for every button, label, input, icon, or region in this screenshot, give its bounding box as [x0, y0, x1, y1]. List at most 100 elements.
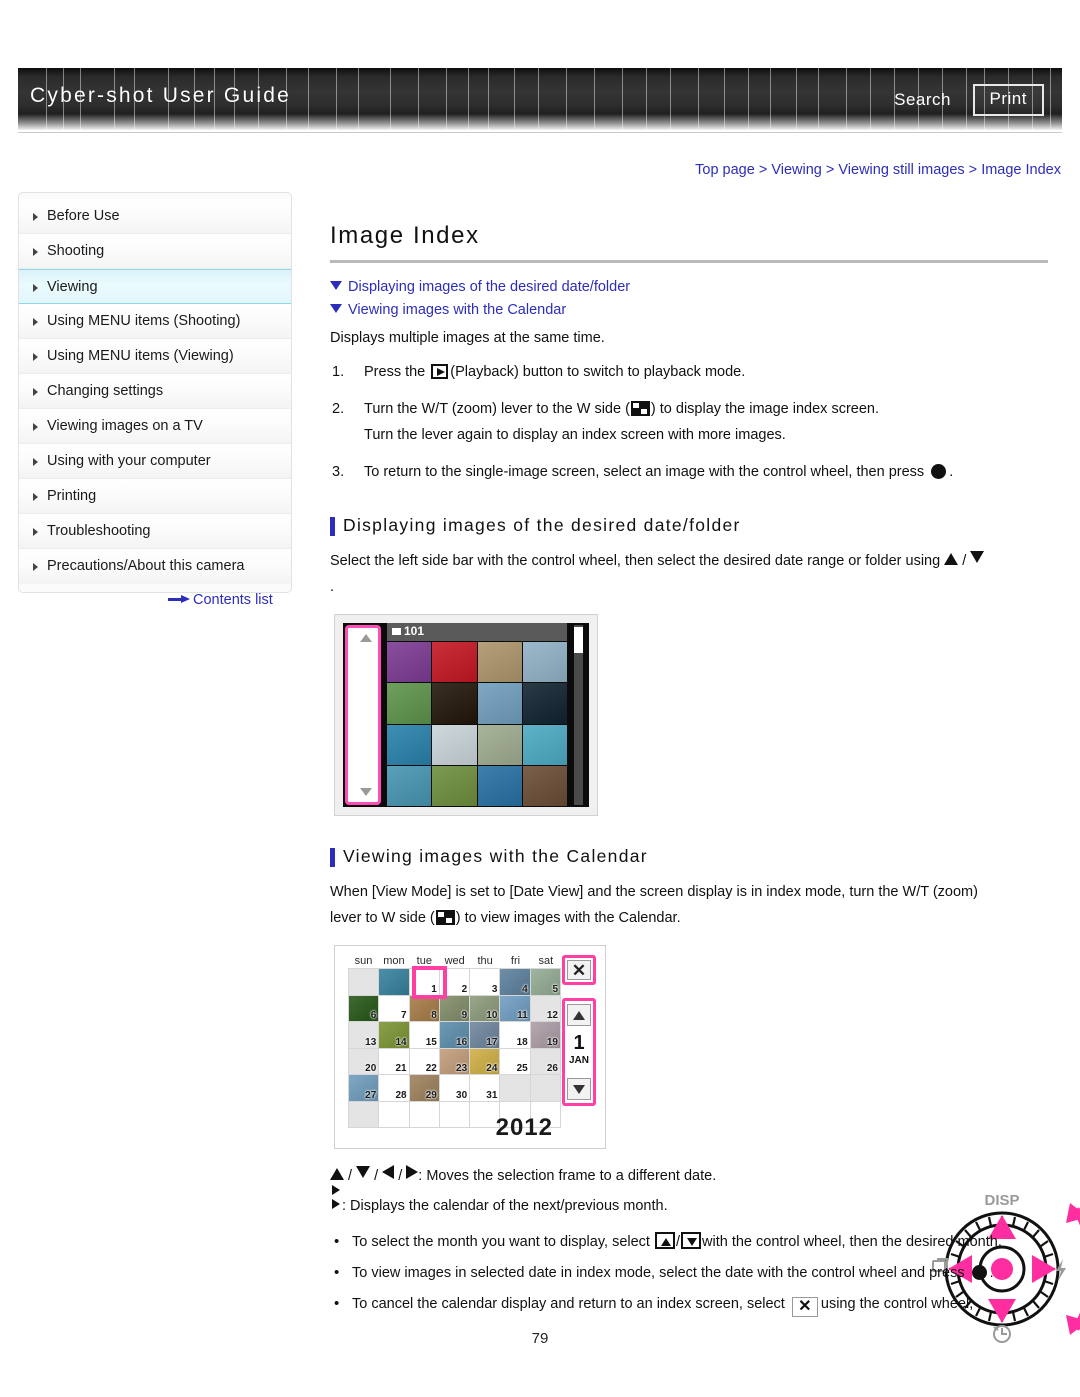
anchor-link-section2[interactable]: Viewing images with the Calendar — [330, 302, 1048, 318]
sidebar-item-troubleshooting[interactable]: Troubleshooting — [19, 514, 291, 549]
calendar-day-number: 21 — [395, 1063, 407, 1074]
header-stripe — [846, 68, 847, 130]
sidebar-item-using-menu-items-viewing[interactable]: Using MENU items (Viewing) — [19, 339, 291, 374]
header-stripe — [488, 68, 489, 130]
sidebar-item-using-menu-items-shooting[interactable]: Using MENU items (Shooting) — [19, 304, 291, 339]
calendar-day-cell[interactable]: 21 — [379, 1048, 410, 1075]
calendar-month-selector-highlight[interactable]: 1 JAN — [562, 998, 596, 1106]
center-button-icon — [971, 1265, 987, 1280]
calendar-day-cell[interactable]: 13 — [349, 1022, 380, 1049]
calendar-day-cell[interactable]: 14 — [379, 1022, 410, 1049]
index-thumbnail — [432, 642, 477, 683]
sidebar-item-using-with-your-computer[interactable]: Using with your computer — [19, 444, 291, 479]
index-icon — [435, 910, 455, 925]
header-stripe — [390, 68, 391, 130]
calendar-day-cell[interactable]: 6 — [349, 995, 380, 1022]
sidebar-item-label: Viewing images on a TV — [47, 418, 203, 434]
sidebar-item-before-use[interactable]: Before Use — [19, 199, 291, 234]
bullet-list: To select the month you want to display,… — [330, 1229, 1048, 1317]
calendar-day-cell[interactable] — [349, 1101, 380, 1128]
calendar-day-cell[interactable]: 26 — [530, 1048, 561, 1075]
sidebar-item-precautions-about-this-camera[interactable]: Precautions/About this camera — [19, 549, 291, 584]
sidebar-item-shooting[interactable]: Shooting — [19, 234, 291, 269]
calendar-day-cell[interactable] — [379, 969, 410, 996]
calendar-day-cell[interactable]: 5 — [530, 969, 561, 996]
calendar-month-name: JAN — [568, 1055, 589, 1066]
calendar-day-cell[interactable]: 10 — [470, 995, 501, 1022]
section-heading-1: Displaying images of the desired date/fo… — [330, 515, 1048, 536]
index-scrollbar — [574, 625, 583, 805]
sidebar-item-changing-settings[interactable]: Changing settings — [19, 374, 291, 409]
calendar-day-cell[interactable]: 11 — [500, 995, 531, 1022]
calendar-day-cell[interactable]: 22 — [409, 1048, 440, 1075]
section-heading-2: Viewing images with the Calendar — [330, 846, 1048, 867]
calendar-day-cell[interactable]: 7 — [379, 995, 410, 1022]
calendar-day-cell[interactable]: 31 — [470, 1075, 501, 1102]
calendar-day-cell[interactable]: 16 — [439, 1022, 471, 1049]
calendar-day-cell[interactable] — [409, 1101, 440, 1128]
breadcrumb-item[interactable]: Top page — [695, 162, 755, 178]
calendar-day-cell[interactable]: 18 — [500, 1022, 531, 1049]
chevron-right-icon — [33, 284, 38, 292]
header-stripe — [468, 68, 469, 130]
calendar-weekday-header: sun mon tue wed thu fri sat — [348, 955, 560, 969]
index-thumbnail — [387, 642, 432, 683]
calendar-close-button-highlight[interactable]: ✕ — [562, 955, 596, 985]
bullet-item-view-date: To view images in selected date in index… — [330, 1260, 1048, 1286]
calendar-day-cell[interactable]: 29 — [409, 1075, 440, 1102]
header-stripe — [966, 68, 967, 130]
app-title: Cyber-shot User Guide — [30, 84, 291, 107]
calendar-day-number: 26 — [546, 1063, 558, 1074]
month-up-button[interactable] — [567, 1004, 591, 1026]
sidebar-item-viewing[interactable]: Viewing — [19, 269, 291, 304]
calendar-day-cell[interactable]: 24 — [470, 1048, 501, 1075]
header-divider — [18, 132, 1062, 133]
calendar-day-cell[interactable]: 4 — [500, 969, 531, 996]
sidebar-item-printing[interactable]: Printing — [19, 479, 291, 514]
calendar-day-cell[interactable]: 15 — [409, 1022, 440, 1049]
chevron-right-icon — [33, 423, 38, 431]
section2-text: When [View Mode] is set to [Date View] a… — [330, 879, 1048, 931]
index-thumbnail — [522, 642, 567, 683]
breadcrumb-separator: > — [964, 162, 982, 178]
chevron-right-icon — [33, 213, 38, 221]
calendar-day-cell[interactable] — [530, 1075, 561, 1102]
calendar-day-cell[interactable]: 28 — [379, 1075, 410, 1102]
close-x-icon: ✕ — [567, 960, 591, 980]
calendar-day-number: 5 — [552, 983, 558, 995]
search-button[interactable]: Search — [894, 90, 951, 110]
sidebar-item-viewing-images-on-a-tv[interactable]: Viewing images on a TV — [19, 409, 291, 444]
calendar-day-number: 25 — [516, 1063, 528, 1074]
calendar-day-cell[interactable]: 23 — [439, 1048, 471, 1075]
legend-separator: / — [374, 1168, 379, 1184]
calendar-day-cell[interactable]: 30 — [439, 1075, 471, 1102]
breadcrumb-item[interactable]: Viewing still images — [838, 162, 964, 178]
calendar-day-cell[interactable]: 9 — [439, 995, 471, 1022]
calendar-day-cell[interactable]: 20 — [349, 1048, 380, 1075]
calendar-day-cell[interactable] — [349, 969, 380, 996]
calendar-day-cell[interactable]: 19 — [530, 1022, 561, 1049]
chevron-right-icon — [33, 318, 38, 326]
calendar-day-number: 27 — [365, 1089, 377, 1101]
print-button[interactable]: Print — [972, 84, 1044, 116]
step-number: 2. — [332, 401, 345, 417]
sidebar-item-label: Shooting — [47, 243, 105, 259]
breadcrumb-item[interactable]: Viewing — [771, 162, 822, 178]
calendar-day-cell[interactable] — [379, 1101, 410, 1128]
calendar-day-cell[interactable]: 3 — [470, 969, 501, 996]
month-down-button[interactable] — [567, 1078, 591, 1100]
section1-text: Select the left side bar with the contro… — [330, 548, 1048, 600]
calendar-day-number: 7 — [401, 1010, 407, 1021]
calendar-day-cell[interactable]: 25 — [500, 1048, 531, 1075]
calendar-day-number: 31 — [486, 1089, 498, 1101]
calendar-day-cell[interactable]: 12 — [530, 995, 561, 1022]
calendar-day-cell[interactable]: 17 — [470, 1022, 501, 1049]
calendar-selection-frame — [412, 966, 447, 999]
calendar-day-cell[interactable]: 27 — [349, 1075, 380, 1102]
calendar-day-cell[interactable] — [500, 1075, 531, 1102]
anchor-link-section1[interactable]: Displaying images of the desired date/fo… — [330, 279, 1048, 295]
header-stripe — [446, 68, 447, 130]
calendar-day-cell[interactable]: 8 — [409, 995, 440, 1022]
calendar-day-cell[interactable] — [439, 1101, 471, 1128]
contents-list-link[interactable]: Contents list — [168, 592, 273, 608]
